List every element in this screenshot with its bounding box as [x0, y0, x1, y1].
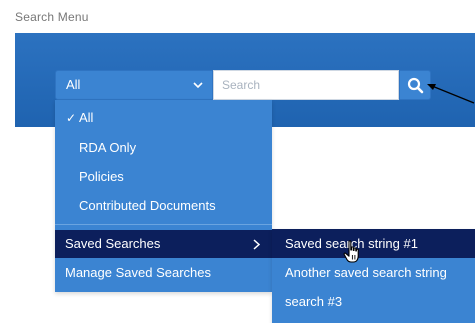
dropdown-item-policies[interactable]: Policies	[55, 163, 272, 191]
page: Search Menu All ✓ All RDA Only Policies …	[0, 0, 475, 323]
hand-cursor-icon	[343, 240, 359, 263]
dropdown-item-label: Manage Saved Searches	[65, 265, 211, 280]
dropdown-item-label: Contributed Documents	[79, 198, 216, 213]
submenu-item-another-saved-search[interactable]: Another saved search string	[272, 258, 475, 287]
dropdown-divider	[55, 224, 272, 225]
submenu-item-search-3[interactable]: search #3	[272, 287, 475, 316]
search-icon	[407, 77, 424, 94]
arrow-pointer-icon	[427, 84, 475, 104]
check-icon: ✓	[66, 111, 77, 125]
dropdown-item-contributed-documents[interactable]: Contributed Documents	[55, 192, 272, 220]
search-scope-select[interactable]: All	[55, 70, 213, 100]
search-scope-dropdown: ✓ All RDA Only Policies Contributed Docu…	[55, 100, 272, 292]
dropdown-item-manage-saved-searches[interactable]: Manage Saved Searches	[55, 259, 272, 287]
submenu-item-saved-search-1[interactable]: Saved search string #1	[272, 229, 475, 258]
chevron-down-icon	[193, 82, 203, 89]
dropdown-item-label: All	[79, 110, 94, 125]
search-input[interactable]	[213, 70, 399, 100]
chevron-right-icon	[253, 239, 260, 250]
scope-selected-value: All	[66, 77, 81, 92]
dropdown-item-all[interactable]: ✓ All	[55, 104, 272, 132]
dropdown-item-rda-only[interactable]: RDA Only	[55, 134, 272, 162]
saved-searches-submenu: Saved search string #1 Another saved sea…	[272, 229, 475, 323]
page-title: Search Menu	[15, 10, 89, 24]
dropdown-item-label: Saved Searches	[65, 236, 161, 251]
dropdown-item-label: RDA Only	[79, 140, 137, 155]
dropdown-item-label: Policies	[79, 169, 124, 184]
dropdown-item-saved-searches[interactable]: Saved Searches	[55, 230, 272, 258]
